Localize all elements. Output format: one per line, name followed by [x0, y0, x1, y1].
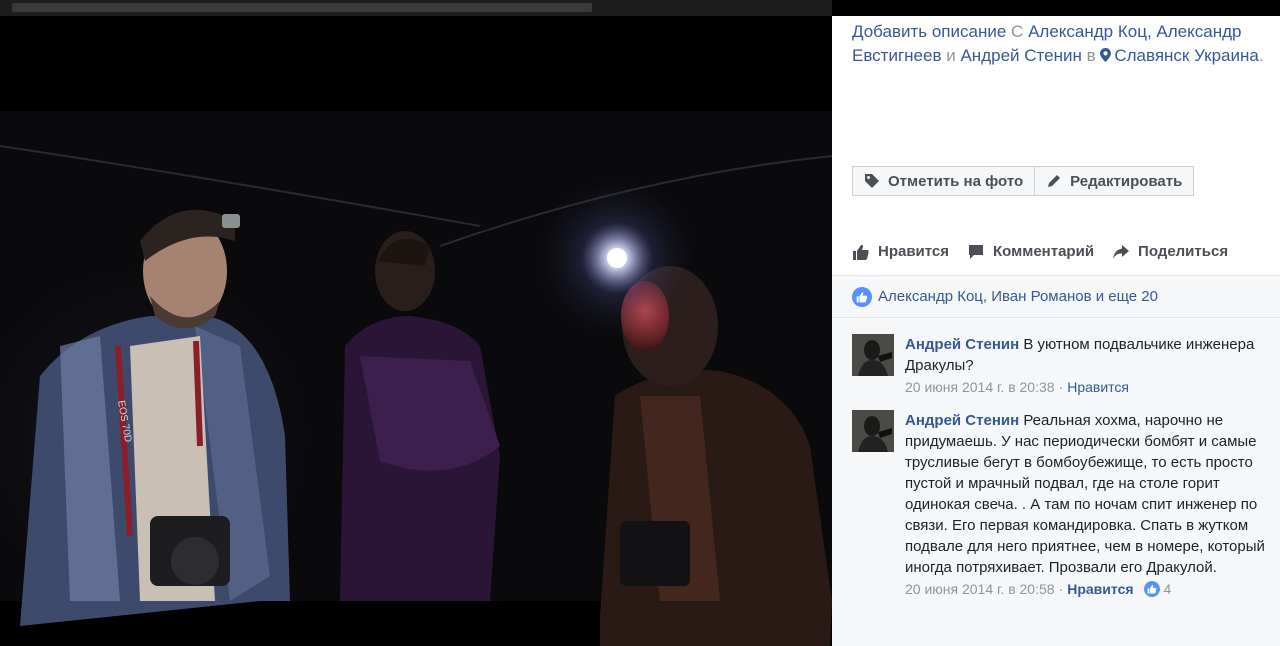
comment-like-link[interactable]: Нравится — [1067, 376, 1129, 398]
likes-summary-text: Александр Коц, Иван Романов и еще 20 — [878, 288, 1158, 305]
comment-timestamp[interactable]: 20 июня 2014 г. в 20:58 — [905, 578, 1055, 600]
photo-image: EOS 70D — [0, 16, 832, 646]
share-label: Поделиться — [1138, 243, 1229, 260]
photo-sidebar: Добавить описание С Александр Коц, Алекс… — [832, 16, 1280, 646]
edit-label: Редактировать — [1070, 172, 1183, 190]
comment-timestamp[interactable]: 20 июня 2014 г. в 20:38 — [905, 376, 1055, 398]
comment-text: Реальная хохма, нарочно не придумаешь. У… — [905, 412, 1265, 576]
like-reaction-icon — [852, 286, 872, 307]
comment-like-link[interactable]: Нравится — [1067, 578, 1133, 600]
comment-button[interactable]: Комментарий — [967, 243, 1094, 261]
photo-description: Добавить описание С Александр Коц, Алекс… — [852, 20, 1276, 68]
share-button[interactable]: Поделиться — [1112, 243, 1228, 261]
pencil-icon — [1048, 175, 1061, 187]
avatar[interactable] — [852, 334, 894, 376]
comment-label: Комментарий — [993, 243, 1095, 260]
comment-item: Андрей Стенин Реальная хохма, нарочно не… — [852, 410, 1265, 600]
comment-item: Андрей Стенин В уютном подвальчике инжен… — [852, 334, 1265, 398]
share-icon — [1113, 244, 1130, 259]
photo-buttons: Отметить на фото Редактировать — [852, 166, 1195, 196]
with-word: С — [1011, 22, 1024, 41]
top-bar — [0, 0, 832, 16]
location-link[interactable]: Славянск Украина — [1100, 46, 1259, 65]
comment-icon — [969, 244, 984, 259]
tag-photo-button[interactable]: Отметить на фото — [852, 166, 1036, 196]
comment-author-link[interactable]: Андрей Стенин — [905, 336, 1019, 353]
photo-viewer[interactable]: EOS 70D — [0, 16, 832, 646]
thumbs-up-icon — [853, 244, 869, 260]
likes-summary[interactable]: Александр Коц, Иван Романов и еще 20 — [832, 276, 1280, 318]
edit-button[interactable]: Редактировать — [1035, 166, 1195, 196]
address-bar — [12, 3, 592, 12]
in-word: в — [1086, 46, 1096, 65]
comment-like-count[interactable]: 4 — [1164, 578, 1172, 600]
period: . — [1258, 46, 1264, 65]
location-text: Славянск Украина — [1114, 46, 1259, 65]
tag-icon — [865, 174, 879, 188]
tag-photo-label: Отметить на фото — [888, 172, 1024, 190]
like-button[interactable]: Нравится — [852, 243, 949, 261]
like-reaction-icon — [1143, 581, 1160, 597]
and-word: и — [946, 46, 956, 65]
add-description-link[interactable]: Добавить описание — [852, 22, 1006, 41]
location-pin-icon — [1100, 48, 1112, 62]
meta-separator: · — [1058, 581, 1064, 597]
like-label: Нравится — [878, 243, 950, 260]
tagged-person-link[interactable]: Александр Коц, — [1028, 22, 1152, 41]
action-bar: Нравится Комментарий Поделиться — [832, 228, 1280, 276]
meta-separator: · — [1058, 379, 1064, 395]
tagged-person-link[interactable]: Андрей Стенин — [960, 46, 1081, 65]
comments-list: Андрей Стенин В уютном подвальчике инжен… — [832, 318, 1280, 646]
avatar[interactable] — [852, 410, 894, 452]
comment-author-link[interactable]: Андрей Стенин — [905, 412, 1019, 429]
